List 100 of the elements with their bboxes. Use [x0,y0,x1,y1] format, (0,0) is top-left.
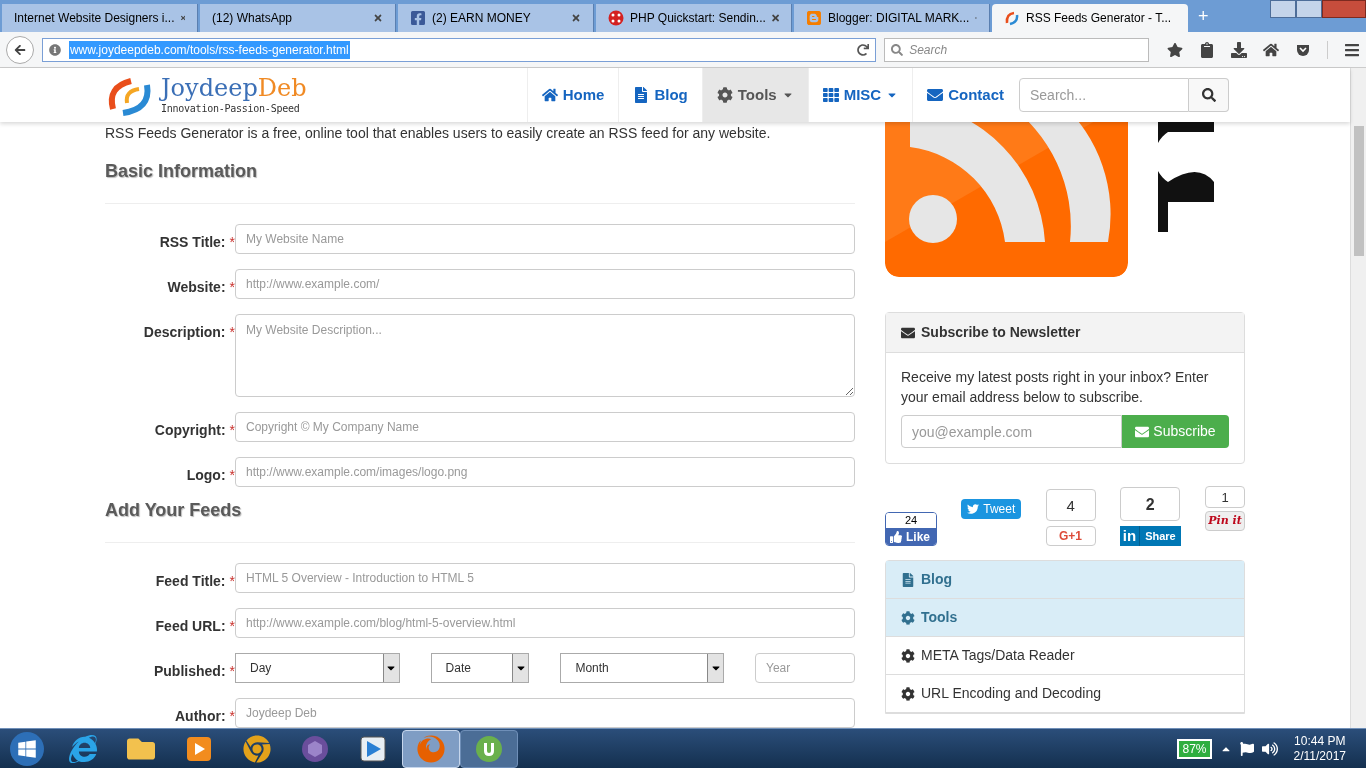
menu-header[interactable]: Tools [886,599,1244,637]
windows-logo-icon [17,738,37,759]
window-controls[interactable] [1270,0,1366,18]
intro-text: RSS Feeds Generator is a free, online tool that enables users to easily create an RSS feed for any website. [105,124,772,142]
nav-link[interactable]: Home [526,68,619,122]
envelope-icon [1135,424,1150,439]
flag-icon[interactable] [1239,741,1254,756]
field-label: Logo: [186,466,226,485]
address-bar[interactable]: www.joydeepdeb.com/tools/rss-feeds-generator.html [41,37,877,62]
field-label: Feed Title: [155,572,226,591]
text-field[interactable]: HTML 5 Overview - Introduction to HTML 5 [235,563,855,593]
nav-link[interactable]: Tools [701,68,808,122]
required-mark: * [229,572,235,591]
share-count: 2 [1120,487,1181,521]
envelope-icon [927,87,944,103]
play-icon[interactable] [359,734,387,763]
gear-icon [901,610,915,625]
search-icon [1201,88,1216,102]
close-icon[interactable] [571,13,581,23]
star-icon[interactable] [1167,41,1183,58]
thumbs-up-icon [890,530,902,543]
caret-icon [382,654,399,682]
battery-indicator[interactable]: 87% [1177,738,1212,759]
required-mark: * [229,617,235,636]
back-arrow-icon [13,43,26,56]
browser-tab[interactable]: Blogger: DIGITAL MARK... [794,4,990,32]
field-label: Published: [154,662,226,681]
home-icon[interactable] [1263,41,1279,58]
dropdown-select[interactable]: Date [430,653,530,683]
pin-it-button[interactable]: Pin it [1205,511,1245,531]
back-button[interactable] [6,35,34,64]
menu-icon[interactable] [1344,41,1360,58]
share-button[interactable]: in Share [1119,526,1181,546]
swirl-icon [1004,10,1020,26]
home-icon [541,87,558,103]
chrome-icon[interactable] [243,734,271,763]
envelope-icon [901,325,915,340]
browser-tab[interactable]: (12) WhatsApp [200,4,396,32]
text-field[interactable]: My Website Name [235,224,855,254]
gear-icon [901,686,915,701]
text-field[interactable]: http://www.example.com/blog/html-5-overview.html [235,608,855,638]
document-icon [901,572,915,587]
search-icon [891,43,904,56]
menu-header[interactable]: Blog [886,561,1244,599]
share-count: 4 [1045,489,1096,521]
required-mark: * [229,707,235,726]
gear-icon [901,648,915,663]
field-label: Copyright: [154,421,226,440]
dropdown-select[interactable]: Day [235,653,400,683]
field-label: Author: [175,707,226,726]
browser-tab[interactable]: (2) EARN MONEY [398,4,594,32]
text-field[interactable]: Copyright © My Company Name [235,412,855,442]
document-icon [633,87,650,103]
required-mark: * [229,233,235,252]
panel-title: Subscribe to Newsletter [921,323,1081,342]
browser-tab[interactable]: Internet Website Designers i... [2,4,198,32]
text-field[interactable]: Joydeep Deb [235,698,855,728]
play-icon[interactable] [185,734,213,763]
close-icon[interactable] [180,13,185,23]
caret-icon [512,654,529,682]
share-count: 1 [1205,486,1245,508]
plus-one-button[interactable]: G+1 [1045,526,1096,546]
site-search-field[interactable]: Search... [1019,78,1189,112]
required-mark: * [229,278,235,297]
reload-icon[interactable] [857,43,870,56]
search-button[interactable] [1189,78,1229,112]
email-field[interactable]: you@example.com [901,415,1122,448]
required-mark: * [229,421,235,440]
browser-tab[interactable]: PHP Quickstart: Sendin... [596,4,792,32]
text-field[interactable]: http://www.example.com/images/logo.png [235,457,855,487]
required-mark: * [229,466,235,485]
close-icon[interactable] [771,13,779,23]
scrollbar[interactable] [1350,68,1366,728]
browser-tab[interactable]: RSS Feeds Generator - T... [992,4,1188,32]
volume-icon[interactable] [1261,740,1278,757]
clock-time: 10:44 PM [1294,733,1346,749]
gear-icon [716,87,733,103]
clock-date: 2/11/2017 [1293,748,1346,764]
search-field[interactable]: Search [884,37,1149,62]
caret-icon [707,654,723,682]
text-field[interactable]: http://www.example.com/ [235,269,855,299]
info-icon [48,43,61,56]
internet-explorer-icon[interactable] [69,734,97,763]
blogger-icon [806,10,822,26]
download-icon[interactable] [1231,41,1247,58]
site-logo[interactable]: JoydeepDeb Innovation-Passion-Speed [105,73,307,117]
like-button[interactable]: 24 Like [885,512,937,546]
newsletter-text: Receive my latest posts right in your inbox? Enter your email address below to subscribe. [901,368,1210,407]
tweet-button[interactable]: Tweet [961,499,1022,519]
clipboard-icon[interactable] [1199,41,1215,58]
section-heading: Basic Information [105,160,259,183]
torrent-icon[interactable] [475,734,503,763]
required-mark: * [229,662,235,681]
dropdown-select[interactable]: Month [560,653,724,683]
nav-link[interactable]: Blog [618,68,702,122]
taskbar-button[interactable] [460,729,518,768]
close-icon[interactable] [373,13,383,23]
text-area[interactable]: My Website Description... [235,314,855,397]
text-field[interactable]: Year [755,653,855,683]
bird-icon [967,503,980,515]
